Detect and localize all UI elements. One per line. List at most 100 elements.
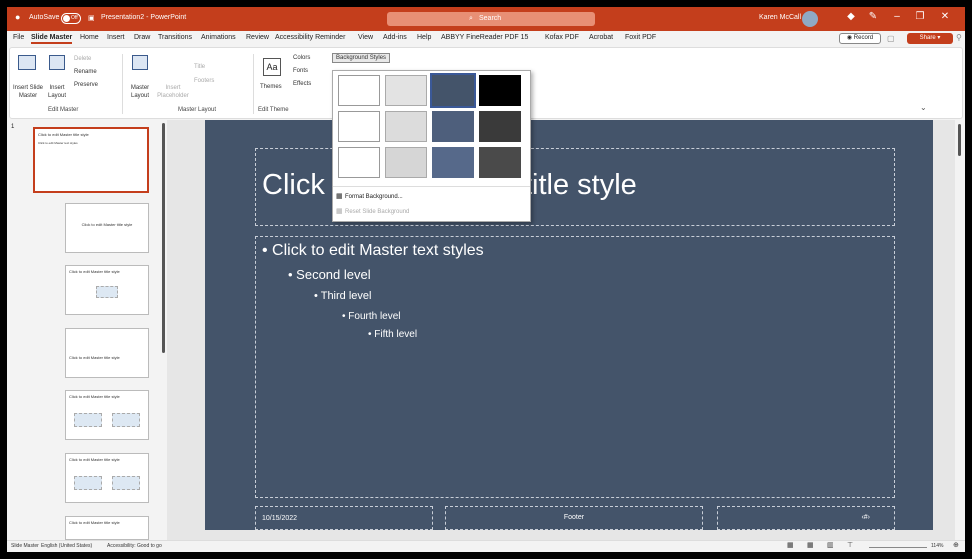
group-edit-theme: Edit Theme — [258, 107, 289, 113]
menu-abbyy[interactable]: ABBYY FineReader PDF 15 — [441, 34, 528, 41]
share-button[interactable]: Share ▾ — [907, 33, 953, 44]
menu-animations[interactable]: Animations — [201, 34, 236, 41]
footer-placeholder[interactable]: Footer — [445, 506, 703, 530]
scroll-thumb[interactable] — [958, 124, 961, 156]
diamond-icon[interactable]: ◆ — [843, 11, 859, 22]
text-level-1: • Click to edit Master text styles — [262, 242, 484, 259]
page-number-text: ‹#› — [861, 514, 870, 521]
canvas-scrollbar[interactable] — [955, 120, 965, 540]
thumb-title: Click to edit Master title style — [69, 520, 120, 525]
restore-icon[interactable]: ❐ — [912, 11, 928, 22]
search-placeholder: Search — [479, 15, 502, 22]
page-number-placeholder[interactable]: ‹#› — [717, 506, 895, 530]
toggle-knob — [63, 15, 70, 22]
thumb-placeholder-icon — [74, 476, 102, 490]
record-button[interactable]: ◉ Record — [839, 33, 881, 44]
fonts-button[interactable]: Fonts — [293, 68, 308, 74]
bg-style-3[interactable] — [430, 73, 476, 108]
fit-to-window-icon[interactable]: ⊕ — [953, 541, 959, 549]
thumbnail-layout-6[interactable]: Click to edit Master title style — [65, 516, 149, 540]
date-placeholder[interactable]: 10/15/2022 — [255, 506, 433, 530]
insert-slide-master-button[interactable]: Insert Slide Master — [12, 84, 44, 100]
menu-acrobat[interactable]: Acrobat — [589, 34, 613, 41]
reset-background-item[interactable]: Reset Slide Background — [345, 209, 409, 215]
body-placeholder[interactable]: • Click to edit Master text styles • Sec… — [255, 236, 895, 498]
delete-button[interactable]: Delete — [74, 56, 91, 62]
autosave-state: Off — [71, 15, 78, 21]
master-layout-button[interactable]: Master Layout — [126, 84, 154, 100]
menu-transitions[interactable]: Transitions — [158, 34, 192, 41]
collapse-ribbon-icon[interactable]: ⌄ — [920, 103, 927, 112]
slideshow-icon[interactable]: ⊤ — [847, 541, 853, 549]
thumbnail-layout-1[interactable]: Click to edit Master title style — [65, 203, 149, 253]
thumbnail-layout-3[interactable]: Click to edit Master title style — [65, 328, 149, 378]
thumbnail-layout-4[interactable]: Click to edit Master title style — [65, 390, 149, 440]
footers-checkbox[interactable]: Footers — [194, 78, 214, 84]
insert-placeholder-button[interactable]: Insert Placeholder — [156, 84, 190, 100]
avatar[interactable] — [802, 11, 818, 27]
menu-foxit[interactable]: Foxit PDF — [625, 34, 656, 41]
ribbon-options-icon[interactable]: ⚲ — [956, 33, 962, 42]
zoom-slider[interactable] — [869, 547, 927, 548]
bg-style-8[interactable] — [479, 111, 521, 142]
bg-style-10[interactable] — [385, 147, 427, 178]
menu-file[interactable]: File — [13, 34, 24, 41]
menu-slide-master[interactable]: Slide Master — [31, 34, 73, 44]
thumb-title: Click to edit Master title style — [69, 355, 120, 360]
bg-style-11[interactable] — [432, 147, 474, 178]
bg-style-6[interactable] — [385, 111, 427, 142]
rename-button[interactable]: Rename — [74, 69, 97, 75]
thumbnail-master[interactable]: Click to edit Master title style Click t… — [33, 127, 149, 193]
thumbnail-layout-2[interactable]: Click to edit Master title style — [65, 265, 149, 315]
pen-icon[interactable]: ✎ — [865, 11, 881, 22]
search-icon: ⌕ — [469, 15, 473, 22]
bg-style-4[interactable] — [479, 75, 521, 106]
group-master-layout: Master Layout — [178, 107, 217, 113]
thumb-placeholder-icon — [112, 476, 140, 490]
slide-sorter-icon[interactable]: ▦ — [807, 541, 814, 549]
search-box[interactable]: ⌕ Search — [387, 12, 595, 26]
title-checkbox[interactable]: Title — [194, 64, 205, 70]
reset-background-icon: ▦ — [336, 208, 343, 215]
normal-view-icon[interactable]: ▦ — [787, 541, 794, 549]
menu-accessibility-reminder[interactable]: Accessibility Reminder — [275, 34, 345, 41]
menu-kofax[interactable]: Kofax PDF — [545, 34, 579, 41]
bg-style-12[interactable] — [479, 147, 521, 178]
bg-style-7[interactable] — [432, 111, 474, 142]
autosave-toggle[interactable]: Off — [61, 13, 81, 24]
menu-view[interactable]: View — [358, 34, 373, 41]
format-background-item[interactable]: Format Background... — [345, 194, 403, 200]
themes-button[interactable]: Themes — [260, 84, 282, 90]
status-language[interactable]: English (United States) — [41, 543, 92, 549]
thumbnail-layout-5[interactable]: Click to edit Master title style — [65, 453, 149, 503]
slide-master[interactable]: Click t title style • Click to edit Mast… — [205, 120, 933, 530]
menu-draw[interactable]: Draw — [134, 34, 150, 41]
dropdown-separator — [333, 186, 530, 187]
bg-style-9[interactable] — [338, 147, 380, 178]
menu-review[interactable]: Review — [246, 34, 269, 41]
comments-icon[interactable]: ▢ — [887, 34, 895, 43]
menu-insert[interactable]: Insert — [107, 34, 125, 41]
colors-button[interactable]: Colors — [293, 55, 310, 61]
close-icon[interactable]: ✕ — [937, 11, 953, 22]
reading-view-icon[interactable]: ▥ — [827, 541, 834, 549]
thumb-title: Click to edit Master title style — [69, 457, 120, 462]
background-styles-dropdown: ▦ Format Background... ▦ Reset Slide Bac… — [332, 70, 531, 222]
background-styles-button[interactable]: Background Styles — [332, 53, 391, 63]
thumb-placeholder-icon — [74, 413, 102, 427]
menu-home[interactable]: Home — [80, 34, 99, 41]
bg-style-1[interactable] — [338, 75, 380, 106]
effects-button[interactable]: Effects — [293, 81, 311, 87]
thumbnails-scrollbar[interactable] — [162, 123, 165, 353]
preserve-button[interactable]: Preserve — [74, 82, 98, 88]
insert-layout-icon — [49, 55, 65, 70]
bg-style-2[interactable] — [385, 75, 427, 106]
bg-style-5[interactable] — [338, 111, 380, 142]
minimize-icon[interactable]: – — [889, 11, 905, 22]
menu-help[interactable]: Help — [417, 34, 431, 41]
zoom-level[interactable]: 114% — [931, 543, 943, 549]
save-icon[interactable]: ▣ — [88, 14, 95, 22]
status-accessibility[interactable]: Accessibility: Good to go — [107, 543, 162, 549]
menu-add-ins[interactable]: Add-ins — [383, 34, 407, 41]
insert-layout-button[interactable]: Insert Layout — [43, 84, 71, 100]
